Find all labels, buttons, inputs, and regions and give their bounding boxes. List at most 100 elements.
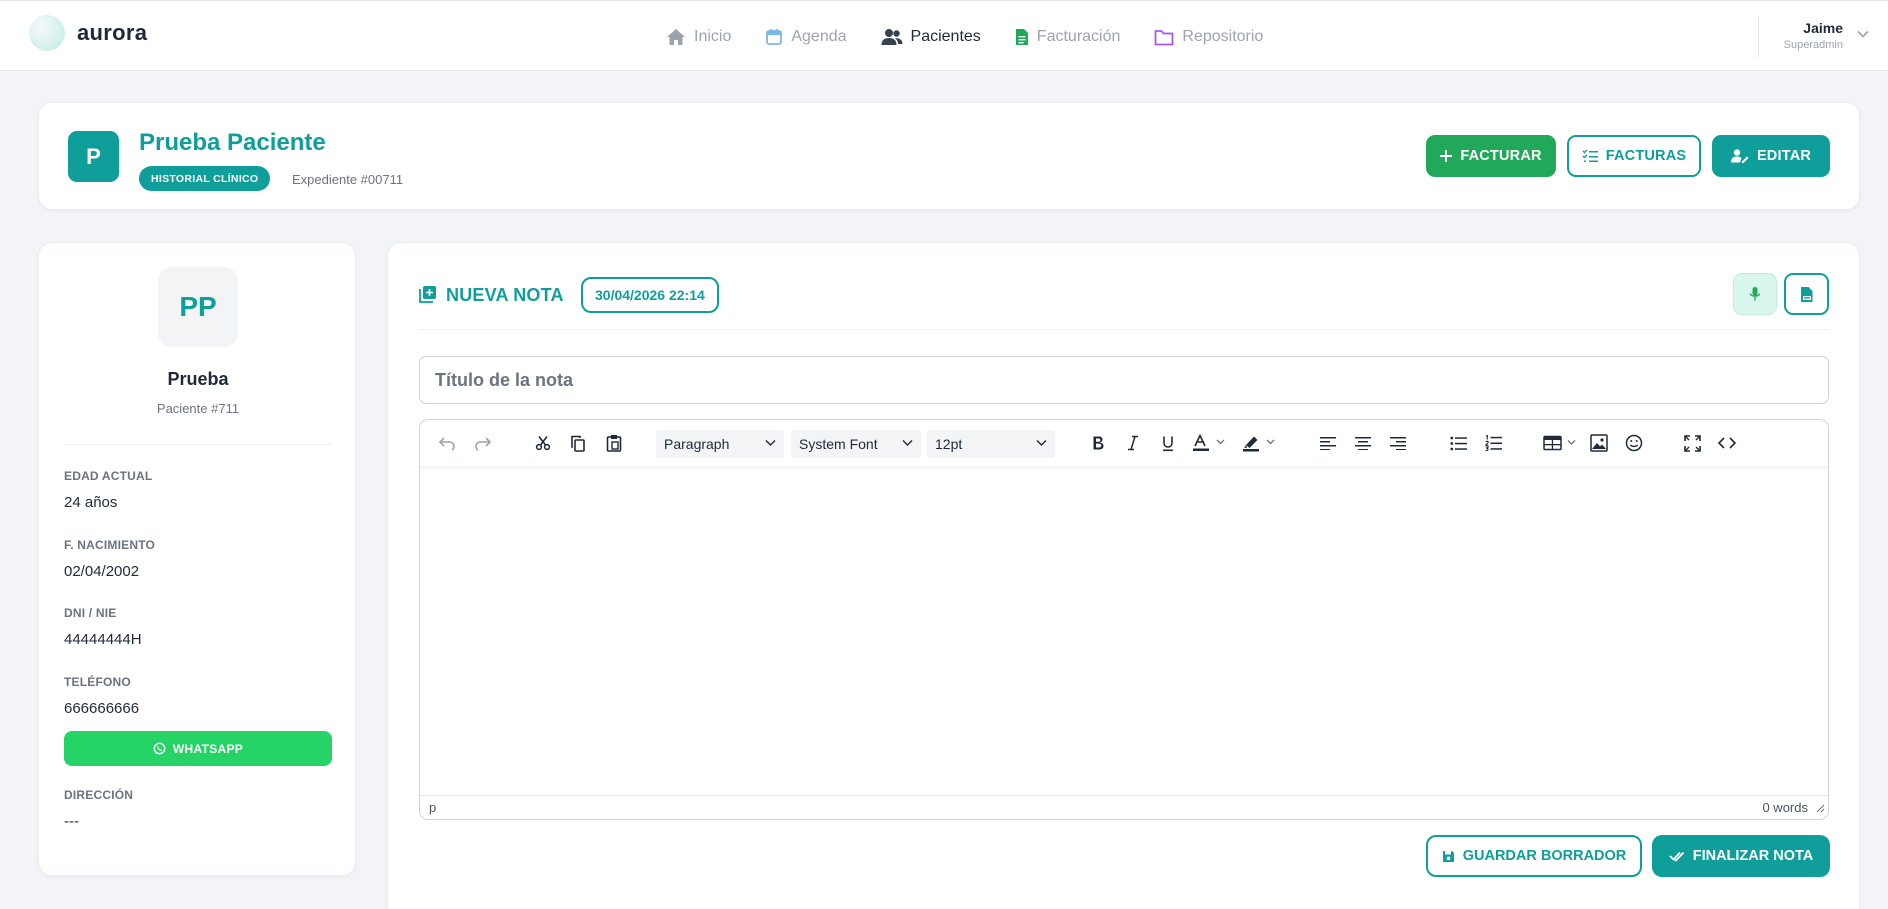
numbered-list-icon — [1484, 435, 1502, 451]
direccion-label: DIRECCIÓN — [64, 788, 134, 802]
undo-icon — [438, 437, 455, 451]
logo-text: aurora — [77, 20, 148, 45]
text-color-icon — [1193, 434, 1225, 451]
user-menu[interactable]: Jaime Superadmin — [1758, 17, 1888, 57]
home-icon — [667, 29, 685, 45]
underline-button[interactable] — [1156, 432, 1180, 454]
emoji-icon — [1625, 434, 1643, 452]
nav-item-repositorio[interactable]: Repositorio — [1154, 25, 1263, 49]
note-datetime-badge: 30/04/2026 22:14 — [581, 277, 719, 313]
nav-item-pacientes[interactable]: Pacientes — [881, 25, 981, 49]
rich-text-editor: Paragraph System Font 12pt p 0 words — [419, 419, 1829, 820]
align-center-icon — [1355, 437, 1371, 450]
nacimiento-value: 02/04/2002 — [64, 563, 140, 580]
highlight-color-button[interactable] — [1240, 432, 1280, 454]
logo-mark-icon — [29, 15, 65, 51]
clipboard-icon — [606, 435, 622, 452]
word-count[interactable]: 0 words — [1762, 800, 1808, 815]
dictation-button[interactable] — [1733, 273, 1777, 315]
table-button[interactable] — [1541, 432, 1581, 454]
note-title: NUEVA NOTA — [446, 285, 564, 305]
finalize-label: FINALIZAR NOTA — [1692, 848, 1814, 864]
redo-icon — [475, 437, 492, 451]
facturar-button[interactable]: FACTURAR — [1426, 135, 1556, 177]
copy-icon — [571, 435, 585, 452]
patient-header-card: P Prueba Paciente HISTORIAL CLÍNICO Expe… — [38, 102, 1860, 210]
chevron-down-icon — [1857, 30, 1869, 38]
element-path[interactable]: p — [429, 800, 436, 815]
undo-button[interactable] — [435, 432, 459, 454]
block-format-value: Paragraph — [664, 436, 730, 452]
pdf-export-button[interactable] — [1784, 273, 1829, 315]
patient-initials-avatar: PP — [158, 267, 238, 347]
patient-name: Prueba Paciente — [139, 129, 326, 156]
chevron-down-icon — [1036, 440, 1047, 446]
app-logo[interactable]: aurora — [29, 15, 147, 51]
bullet-list-icon — [1449, 436, 1467, 450]
pdf-file-icon — [1800, 286, 1812, 302]
edad-value: 24 años — [64, 494, 118, 511]
bullet-list-button[interactable] — [1446, 432, 1470, 454]
font-family-select[interactable]: System Font — [791, 430, 921, 458]
cut-button[interactable] — [531, 432, 555, 454]
italic-button[interactable] — [1121, 432, 1145, 454]
divider — [419, 329, 1829, 330]
folder-icon — [1154, 29, 1174, 45]
scissors-icon — [535, 436, 551, 451]
font-size-select[interactable]: 12pt — [927, 430, 1055, 458]
redo-button[interactable] — [471, 432, 495, 454]
microphone-icon — [1749, 287, 1761, 301]
save-draft-label: GUARDAR BORRADOR — [1462, 848, 1627, 864]
paste-button[interactable] — [602, 432, 626, 454]
nav-item-agenda[interactable]: Agenda — [765, 25, 847, 49]
chevron-down-icon — [765, 440, 776, 446]
editor-status-bar: p 0 words — [420, 795, 1828, 819]
bold-icon — [1093, 436, 1104, 450]
note-add-icon — [419, 286, 436, 303]
facturas-button[interactable]: FACTURAS — [1567, 135, 1701, 177]
facturas-label: FACTURAS — [1605, 148, 1687, 164]
image-button[interactable] — [1587, 432, 1611, 454]
dni-label: DNI / NIE — [64, 606, 117, 620]
emoji-button[interactable] — [1622, 432, 1646, 454]
nacimiento-label: F. NACIMIENTO — [64, 538, 156, 552]
nav-item-facturacion[interactable]: Facturación — [1015, 25, 1121, 49]
expediente-number: Expediente #00711 — [292, 172, 404, 187]
resize-handle-icon[interactable] — [1816, 804, 1825, 813]
code-icon — [1718, 437, 1736, 449]
finalize-note-button[interactable]: FINALIZAR NOTA — [1652, 835, 1830, 877]
align-right-button[interactable] — [1386, 432, 1410, 454]
font-family-value: System Font — [799, 436, 878, 452]
main-nav: Inicio Agenda Pacientes Facturación Repo… — [666, 25, 1297, 49]
calendar-icon — [766, 29, 783, 45]
table-icon — [1543, 435, 1576, 451]
nav-label: Agenda — [791, 28, 847, 45]
font-size-value: 12pt — [935, 436, 963, 452]
editor-content-area[interactable] — [420, 466, 1828, 790]
bold-button[interactable] — [1086, 432, 1110, 454]
nav-label: Inicio — [694, 28, 732, 45]
editar-label: EDITAR — [1756, 148, 1812, 164]
editor-toolbar: Paragraph System Font 12pt — [420, 420, 1828, 466]
save-draft-button[interactable]: GUARDAR BORRADOR — [1426, 835, 1642, 877]
copy-button[interactable] — [566, 432, 590, 454]
source-code-button[interactable] — [1715, 432, 1739, 454]
note-title-input[interactable] — [419, 356, 1829, 404]
user-edit-icon — [1730, 149, 1749, 163]
fullscreen-icon — [1683, 434, 1701, 452]
align-left-button[interactable] — [1316, 432, 1340, 454]
patient-number: Paciente #711 — [156, 401, 240, 416]
text-color-button[interactable] — [1190, 432, 1230, 454]
numbered-list-button[interactable] — [1481, 432, 1505, 454]
align-center-button[interactable] — [1351, 432, 1375, 454]
block-format-select[interactable]: Paragraph — [656, 430, 784, 458]
fullscreen-button[interactable] — [1680, 432, 1704, 454]
editar-button[interactable]: EDITAR — [1712, 135, 1830, 177]
facturar-label: FACTURAR — [1460, 148, 1542, 164]
patient-info-card: PP Prueba Paciente #711 EDAD ACTUAL 24 a… — [38, 242, 356, 876]
image-icon — [1590, 434, 1608, 452]
list-check-icon — [1582, 149, 1598, 163]
whatsapp-button[interactable]: WHATSAPP — [64, 731, 332, 766]
nav-item-inicio[interactable]: Inicio — [666, 25, 731, 49]
nav-label: Facturación — [1036, 28, 1121, 45]
